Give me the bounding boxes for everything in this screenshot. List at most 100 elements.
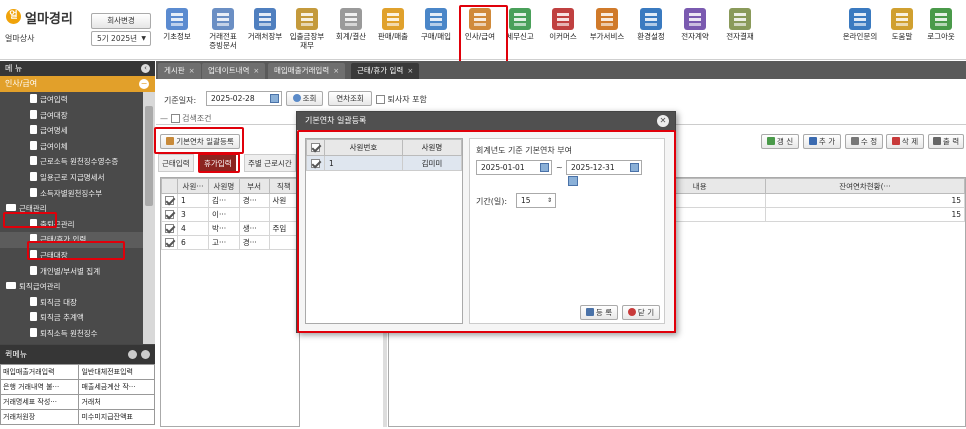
table-row[interactable]: 1 김··· 경··· 사원 — [161, 193, 300, 208]
action-button-1[interactable]: 갱 신 — [761, 134, 799, 149]
quick-menu-item[interactable]: 매입매출거래입력 — [0, 364, 80, 380]
search-condition[interactable]: — 검색조건 — [160, 113, 212, 124]
action-button-5[interactable]: 출 력 — [928, 134, 964, 149]
toolbar-button-11[interactable]: 부가서비스 — [587, 6, 627, 54]
column-header[interactable]: 부서 — [238, 178, 270, 194]
row-checkbox[interactable] — [165, 210, 174, 219]
row-checkbox[interactable] — [165, 196, 174, 205]
close-icon[interactable]: × — [333, 67, 339, 75]
toolbar-button-4[interactable]: 입출금장부 재무 — [287, 6, 327, 54]
sidebar-item[interactable]: 퇴직급여관리 — [0, 279, 143, 295]
menu-icon — [930, 8, 952, 30]
action-button-2[interactable]: 추 가 — [803, 134, 841, 149]
minus-icon[interactable]: − — [139, 79, 149, 89]
row-checkbox[interactable] — [165, 224, 174, 233]
highlight-hr-menu — [459, 5, 508, 65]
folder-icon — [6, 282, 16, 290]
retired-include[interactable]: 퇴사자 포함 — [376, 94, 427, 105]
sidebar-item[interactable]: 퇴직금 추계액 — [0, 310, 143, 326]
sidebar-item[interactable]: 급여입력 — [0, 92, 143, 108]
trash-icon — [891, 137, 900, 145]
document-icon — [30, 125, 37, 135]
annual-search-button[interactable]: 연차조회 — [328, 91, 372, 106]
tab[interactable]: 매입매출거래입력 × — [268, 63, 346, 79]
quick-menu-item[interactable]: 은행 거래내역 불··· — [0, 379, 80, 395]
tab[interactable]: 업데이트내역 × — [202, 63, 266, 79]
retired-checkbox[interactable] — [376, 95, 385, 104]
highlight-leave-tab — [198, 153, 240, 173]
action-label: 추 가 — [818, 137, 836, 146]
logo-text: 얼마경리 — [25, 12, 73, 27]
quick-menu-item[interactable]: 미수미지급잔액표 — [78, 409, 155, 425]
toolbar-button-10[interactable]: 이커머스 — [543, 6, 583, 54]
sidebar-item[interactable]: 급여대장 — [0, 108, 143, 124]
toolbar-button-13[interactable]: 전자계약 — [675, 6, 715, 54]
close-icon[interactable]: × — [253, 67, 259, 75]
toolbar-label: 입출금장부 재무 — [289, 32, 325, 50]
action-button-3[interactable]: 수 정 — [845, 134, 883, 149]
quick-menu-item[interactable]: 매출세금계산 작··· — [78, 379, 155, 395]
sidebar-item[interactable]: 퇴직금 대장 — [0, 295, 143, 311]
column-header[interactable]: 직책 — [268, 178, 300, 194]
document-icon — [30, 109, 37, 119]
base-date-input[interactable]: 2025-02-28 — [206, 91, 282, 106]
toolbar-button-7[interactable]: 구매/매입 — [416, 6, 456, 54]
toolbar-button-12[interactable]: 환경설정 — [631, 6, 671, 54]
cell: 고··· — [208, 235, 240, 250]
close-icon[interactable]: × — [407, 67, 413, 75]
toolbar-button-2[interactable]: 거래전표 증빙문서 — [203, 6, 243, 54]
fiscal-year-select[interactable]: 5기 2025년 ▼ — [91, 31, 151, 46]
tab[interactable]: 게시판 × — [158, 63, 201, 79]
fiscal-year-value: 5기 2025년 — [97, 34, 138, 43]
action-button-4[interactable]: 삭 제 — [886, 134, 924, 149]
sidebar-item[interactable]: 일용근로 지급명세서 — [0, 170, 143, 186]
column-header[interactable]: 사원··· — [176, 178, 210, 194]
gear-icon[interactable] — [128, 350, 137, 359]
action-label: 수 정 — [860, 137, 878, 146]
collapse-icon[interactable]: ‹ — [141, 64, 150, 73]
category-bar[interactable]: 인사/급여 − — [0, 76, 155, 92]
column-header[interactable]: 사원명 — [208, 178, 240, 194]
sidebar-item[interactable]: 소득자별원천징수부 — [0, 186, 143, 202]
scroll-thumb[interactable] — [145, 106, 153, 206]
table-row[interactable]: 4 박··· 생··· 주임 — [161, 221, 300, 236]
toolbar-button-1[interactable]: 기초정보 — [157, 6, 197, 54]
cell: 1 — [176, 193, 210, 208]
cell — [268, 207, 300, 222]
quick-menu-header: 퀵메뉴 — [0, 345, 155, 364]
toolbar-button-14[interactable]: 전자결재 — [720, 6, 760, 54]
calendar-icon[interactable] — [270, 94, 279, 103]
search-button[interactable]: 조회 — [286, 91, 323, 106]
table-row[interactable]: 6 고··· 경··· — [161, 235, 300, 250]
toolbar-button-5[interactable]: 회계/결산 — [331, 6, 371, 54]
close-icon[interactable]: ✕ — [657, 115, 669, 127]
table-row[interactable]: 3 이··· — [161, 207, 300, 222]
action-label: 출 력 — [942, 137, 960, 146]
subtab[interactable]: 주별 근로시간 — [244, 154, 296, 172]
quick-menu-item[interactable]: 일반대체전표입력 — [78, 364, 155, 380]
quick-menu-item[interactable]: 거래명세표 작성··· — [0, 394, 80, 410]
quick-menu-item[interactable]: 거래처원장 — [0, 409, 80, 425]
quick-menu-item[interactable]: 거래처 — [78, 394, 155, 410]
sidebar-item[interactable]: 개인별/부서별 집계 — [0, 264, 143, 280]
toolbar-right-button-1[interactable]: 온라인문의 — [840, 6, 880, 54]
toolbar-right-button-3[interactable]: 로그아웃 — [921, 6, 961, 54]
sidebar-item[interactable]: 근로소득 원천징수영수증 — [0, 154, 143, 170]
toolbar-label: 거래처장부 — [247, 32, 283, 41]
search-condition-checkbox[interactable] — [170, 114, 180, 123]
menu-icon — [254, 8, 276, 30]
toolbar-right-button-2[interactable]: 도움말 — [882, 6, 922, 54]
toolbar-button-3[interactable]: 거래처장부 — [245, 6, 285, 54]
sidebar-item[interactable]: 급여이체 — [0, 139, 143, 155]
tab[interactable]: 근태/휴가 입력 × — [351, 63, 420, 79]
change-company-button[interactable]: 회사변경 — [91, 13, 151, 29]
chevron-down-icon[interactable] — [141, 350, 150, 359]
column-header[interactable]: 잔여연차현황(··· — [764, 178, 966, 194]
toolbar-button-6[interactable]: 판매/매출 — [373, 6, 413, 54]
sidebar-item[interactable]: 퇴직소득 원천징수 — [0, 326, 143, 342]
row-checkbox[interactable] — [165, 238, 174, 247]
sidebar-item[interactable]: 급여명세 — [0, 123, 143, 139]
close-icon[interactable]: × — [189, 67, 195, 75]
sidebar-item-label: 퇴직금 추계액 — [40, 313, 84, 323]
subtab[interactable]: 근태입력 — [158, 154, 194, 172]
